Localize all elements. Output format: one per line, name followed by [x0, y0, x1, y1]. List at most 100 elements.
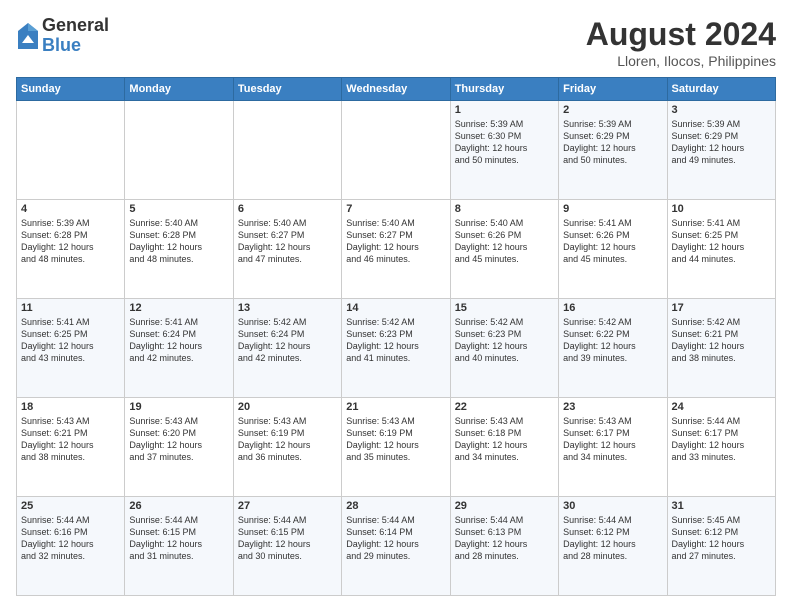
calendar-cell: 31 Sunrise: 5:45 AM Sunset: 6:12 PM Dayli… [667, 497, 775, 596]
cell-info: Sunrise: 5:44 AM Sunset: 6:13 PM Dayligh… [455, 514, 554, 563]
calendar-week-1: 1 Sunrise: 5:39 AM Sunset: 6:30 PM Daylig… [17, 101, 776, 200]
calendar-cell: 20 Sunrise: 5:43 AM Sunset: 6:19 PM Dayli… [233, 398, 341, 497]
logo-icon [16, 21, 40, 51]
cell-info: Sunrise: 5:42 AM Sunset: 6:21 PM Dayligh… [672, 316, 771, 365]
logo: General Blue [16, 16, 109, 56]
cell-info: Sunrise: 5:42 AM Sunset: 6:23 PM Dayligh… [346, 316, 445, 365]
day-number: 13 [238, 302, 337, 314]
cell-info: Sunrise: 5:39 AM Sunset: 6:29 PM Dayligh… [672, 118, 771, 167]
day-number: 27 [238, 500, 337, 512]
cell-info: Sunrise: 5:40 AM Sunset: 6:28 PM Dayligh… [129, 217, 228, 266]
cell-info: Sunrise: 5:41 AM Sunset: 6:25 PM Dayligh… [21, 316, 120, 365]
day-number: 4 [21, 203, 120, 215]
day-number: 8 [455, 203, 554, 215]
calendar-cell [233, 101, 341, 200]
cell-info: Sunrise: 5:44 AM Sunset: 6:14 PM Dayligh… [346, 514, 445, 563]
cell-info: Sunrise: 5:40 AM Sunset: 6:26 PM Dayligh… [455, 217, 554, 266]
calendar-cell [125, 101, 233, 200]
header: General Blue August 2024 Lloren, Ilocos,… [16, 16, 776, 69]
cell-info: Sunrise: 5:44 AM Sunset: 6:15 PM Dayligh… [129, 514, 228, 563]
day-number: 21 [346, 401, 445, 413]
calendar-cell: 13 Sunrise: 5:42 AM Sunset: 6:24 PM Dayli… [233, 299, 341, 398]
calendar-cell: 2 Sunrise: 5:39 AM Sunset: 6:29 PM Daylig… [559, 101, 667, 200]
cell-info: Sunrise: 5:39 AM Sunset: 6:28 PM Dayligh… [21, 217, 120, 266]
calendar-cell: 12 Sunrise: 5:41 AM Sunset: 6:24 PM Dayli… [125, 299, 233, 398]
calendar-table: SundayMondayTuesdayWednesdayThursdayFrid… [16, 77, 776, 596]
cell-info: Sunrise: 5:41 AM Sunset: 6:24 PM Dayligh… [129, 316, 228, 365]
calendar-cell: 18 Sunrise: 5:43 AM Sunset: 6:21 PM Dayli… [17, 398, 125, 497]
calendar-cell: 5 Sunrise: 5:40 AM Sunset: 6:28 PM Daylig… [125, 200, 233, 299]
calendar-week-5: 25Sunrise: 5:44 AM Sunset: 6:16 PM Dayli… [17, 497, 776, 596]
day-number: 18 [21, 401, 120, 413]
calendar-cell: 10Sunrise: 5:41 AM Sunset: 6:25 PM Dayli… [667, 200, 775, 299]
day-number: 7 [346, 203, 445, 215]
day-number: 31 [672, 500, 771, 512]
cell-info: Sunrise: 5:43 AM Sunset: 6:21 PM Dayligh… [21, 415, 120, 464]
day-number: 6 [238, 203, 337, 215]
calendar-header-wednesday: Wednesday [342, 78, 450, 101]
calendar-cell: 4 Sunrise: 5:39 AM Sunset: 6:28 PM Daylig… [17, 200, 125, 299]
day-number: 19 [129, 401, 228, 413]
day-number: 11 [21, 302, 120, 314]
day-number: 17 [672, 302, 771, 314]
calendar-cell: 19 Sunrise: 5:43 AM Sunset: 6:20 PM Dayli… [125, 398, 233, 497]
cell-info: Sunrise: 5:40 AM Sunset: 6:27 PM Dayligh… [238, 217, 337, 266]
day-number: 5 [129, 203, 228, 215]
location: Lloren, Ilocos, Philippines [586, 53, 776, 69]
cell-info: Sunrise: 5:43 AM Sunset: 6:18 PM Dayligh… [455, 415, 554, 464]
month-year: August 2024 [586, 16, 776, 53]
cell-info: Sunrise: 5:43 AM Sunset: 6:19 PM Dayligh… [238, 415, 337, 464]
day-number: 22 [455, 401, 554, 413]
day-number: 25 [21, 500, 120, 512]
calendar-cell: 27 Sunrise: 5:44 AM Sunset: 6:15 PM Dayli… [233, 497, 341, 596]
calendar-cell: 7 Sunrise: 5:40 AM Sunset: 6:27 PM Daylig… [342, 200, 450, 299]
day-number: 23 [563, 401, 662, 413]
calendar-cell: 25Sunrise: 5:44 AM Sunset: 6:16 PM Dayli… [17, 497, 125, 596]
calendar-cell: 14 Sunrise: 5:42 AM Sunset: 6:23 PM Dayli… [342, 299, 450, 398]
calendar-cell: 9Sunrise: 5:41 AM Sunset: 6:26 PM Daylig… [559, 200, 667, 299]
day-number: 26 [129, 500, 228, 512]
cell-info: Sunrise: 5:44 AM Sunset: 6:15 PM Dayligh… [238, 514, 337, 563]
calendar-header-saturday: Saturday [667, 78, 775, 101]
day-number: 2 [563, 104, 662, 116]
cell-info: Sunrise: 5:42 AM Sunset: 6:22 PM Dayligh… [563, 316, 662, 365]
calendar-cell: 1 Sunrise: 5:39 AM Sunset: 6:30 PM Daylig… [450, 101, 558, 200]
calendar-header-monday: Monday [125, 78, 233, 101]
cell-info: Sunrise: 5:43 AM Sunset: 6:19 PM Dayligh… [346, 415, 445, 464]
day-number: 29 [455, 500, 554, 512]
cell-info: Sunrise: 5:41 AM Sunset: 6:25 PM Dayligh… [672, 217, 771, 266]
calendar-week-2: 4 Sunrise: 5:39 AM Sunset: 6:28 PM Daylig… [17, 200, 776, 299]
calendar-cell [342, 101, 450, 200]
cell-info: Sunrise: 5:42 AM Sunset: 6:24 PM Dayligh… [238, 316, 337, 365]
cell-info: Sunrise: 5:43 AM Sunset: 6:20 PM Dayligh… [129, 415, 228, 464]
calendar-week-3: 11 Sunrise: 5:41 AM Sunset: 6:25 PM Dayli… [17, 299, 776, 398]
day-number: 12 [129, 302, 228, 314]
logo-blue: Blue [42, 36, 109, 56]
calendar-cell: 8 Sunrise: 5:40 AM Sunset: 6:26 PM Daylig… [450, 200, 558, 299]
calendar-cell: 11 Sunrise: 5:41 AM Sunset: 6:25 PM Dayli… [17, 299, 125, 398]
calendar-header-thursday: Thursday [450, 78, 558, 101]
calendar-header-sunday: Sunday [17, 78, 125, 101]
calendar-cell: 29 Sunrise: 5:44 AM Sunset: 6:13 PM Dayli… [450, 497, 558, 596]
calendar-cell [17, 101, 125, 200]
day-number: 20 [238, 401, 337, 413]
cell-info: Sunrise: 5:45 AM Sunset: 6:12 PM Dayligh… [672, 514, 771, 563]
cell-info: Sunrise: 5:40 AM Sunset: 6:27 PM Dayligh… [346, 217, 445, 266]
calendar-cell: 23Sunrise: 5:43 AM Sunset: 6:17 PM Dayli… [559, 398, 667, 497]
cell-info: Sunrise: 5:39 AM Sunset: 6:29 PM Dayligh… [563, 118, 662, 167]
calendar-week-4: 18 Sunrise: 5:43 AM Sunset: 6:21 PM Dayli… [17, 398, 776, 497]
calendar-cell: 6 Sunrise: 5:40 AM Sunset: 6:27 PM Daylig… [233, 200, 341, 299]
cell-info: Sunrise: 5:42 AM Sunset: 6:23 PM Dayligh… [455, 316, 554, 365]
cell-info: Sunrise: 5:39 AM Sunset: 6:30 PM Dayligh… [455, 118, 554, 167]
cell-info: Sunrise: 5:44 AM Sunset: 6:12 PM Dayligh… [563, 514, 662, 563]
logo-text: General Blue [42, 16, 109, 56]
calendar-cell: 16Sunrise: 5:42 AM Sunset: 6:22 PM Dayli… [559, 299, 667, 398]
logo-general: General [42, 16, 109, 36]
calendar-cell: 22 Sunrise: 5:43 AM Sunset: 6:18 PM Dayli… [450, 398, 558, 497]
title-section: August 2024 Lloren, Ilocos, Philippines [586, 16, 776, 69]
day-number: 14 [346, 302, 445, 314]
day-number: 15 [455, 302, 554, 314]
calendar-header-row: SundayMondayTuesdayWednesdayThursdayFrid… [17, 78, 776, 101]
day-number: 1 [455, 104, 554, 116]
day-number: 9 [563, 203, 662, 215]
